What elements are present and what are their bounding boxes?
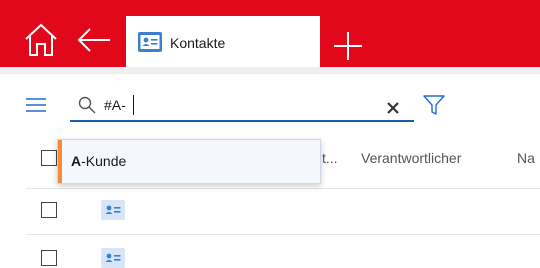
suggestion-accent-bar (58, 140, 62, 183)
column-header-truncated[interactable]: t... (322, 150, 338, 166)
contact-card-icon (101, 200, 125, 220)
arrow-left-icon (77, 28, 110, 52)
filter-button[interactable] (423, 94, 445, 116)
home-button[interactable] (22, 22, 60, 58)
plus-icon (334, 32, 362, 60)
tab-kontakte[interactable]: Kontakte (126, 16, 320, 67)
select-all-checkbox[interactable] (41, 150, 57, 166)
tab-strip-divider (0, 67, 540, 74)
text-caret (133, 95, 134, 115)
column-header-verantwortlicher[interactable]: Verantwortlicher (361, 150, 461, 166)
search-input[interactable]: #A- (104, 97, 126, 113)
row-checkbox[interactable] (41, 250, 57, 266)
new-tab-button[interactable] (332, 30, 364, 62)
suggestion-rest: -Kunde (81, 153, 127, 169)
contact-card-icon (101, 248, 125, 268)
row-divider (26, 234, 540, 235)
search-suggestions-dropdown: A-Kunde (57, 139, 321, 184)
column-header-next[interactable]: Na (517, 150, 535, 166)
row-checkbox[interactable] (41, 202, 57, 218)
header-divider (26, 188, 540, 189)
filter-icon (423, 95, 445, 115)
close-icon (387, 102, 399, 114)
search-icon (78, 96, 96, 114)
top-navigation-bar: Kontakte (0, 0, 540, 74)
back-button[interactable] (76, 26, 112, 54)
clear-search-button[interactable] (386, 101, 400, 115)
home-icon (25, 23, 57, 56)
tab-label: Kontakte (170, 35, 226, 51)
suggestion-item[interactable]: A-Kunde (71, 153, 126, 169)
menu-button[interactable] (26, 98, 46, 112)
suggestion-match: A (71, 153, 82, 169)
contact-card-icon (138, 32, 162, 52)
hamburger-menu-icon (26, 98, 46, 112)
search-field[interactable]: #A- (70, 92, 414, 122)
